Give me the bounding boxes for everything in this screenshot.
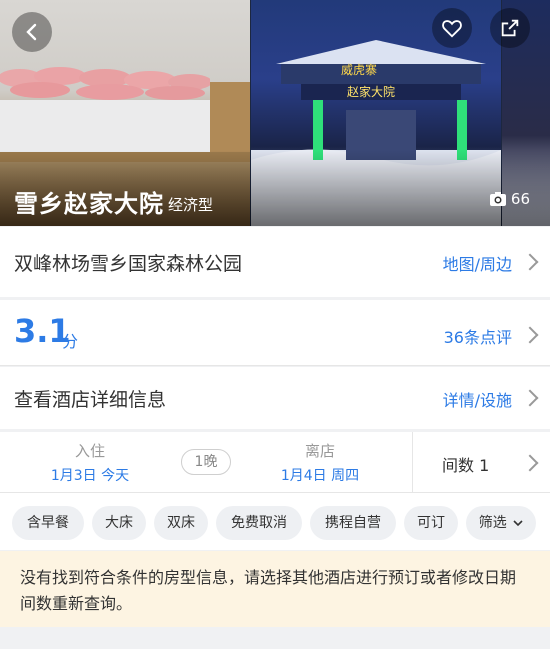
heart-icon	[442, 20, 462, 38]
chevron-down-icon	[513, 520, 523, 527]
back-button[interactable]	[12, 12, 52, 52]
details-row[interactable]: 查看酒店详细信息 详情/设施	[0, 367, 550, 429]
share-button[interactable]	[490, 8, 530, 48]
hotel-detail-page: 威虎寨 赵家大院 雪乡赵家大院 经济型 66 双峰林场雪乡国家森林公园 地图/周…	[0, 0, 550, 649]
filter-twin-bed[interactable]: 双床	[154, 506, 208, 540]
map-link[interactable]: 地图/周边	[443, 251, 512, 275]
filter-more-label: 筛选	[478, 515, 507, 531]
divider	[0, 492, 550, 493]
filter-more-button[interactable]: 筛选	[466, 506, 536, 540]
location-row[interactable]: 双峰林场雪乡国家森林公园 地图/周边	[0, 227, 550, 297]
chevron-right-icon	[521, 326, 539, 344]
reviews-link[interactable]: 36条点评	[444, 324, 512, 348]
rating-row[interactable]: 3.1 分 36条点评	[0, 300, 550, 366]
notice-text: 没有找到符合条件的房型信息，请选择其他酒店进行预订或者修改日期间数重新查询。	[20, 568, 517, 613]
gate-sign-top: 威虎寨	[341, 62, 377, 77]
chevron-right-icon	[521, 389, 539, 407]
pillows-image	[0, 67, 210, 100]
hotel-name: 雪乡赵家大院	[14, 190, 164, 218]
photo-count-value: 66	[510, 190, 530, 208]
chevron-left-icon	[26, 23, 37, 41]
room-filter-bar: 含早餐 大床 双床 免费取消 携程自营 可订 筛选	[0, 492, 550, 550]
rating-unit: 分	[62, 332, 79, 351]
checkout-label: 离店	[304, 442, 335, 460]
room-count-selector[interactable]: 间数 1	[442, 452, 489, 476]
details-label: 查看酒店详细信息	[14, 389, 167, 411]
hotel-tier: 经济型	[168, 196, 214, 214]
camera-icon	[489, 192, 506, 206]
filter-breakfast[interactable]: 含早餐	[12, 506, 84, 540]
nights-badge: 1晚	[181, 449, 231, 475]
checkin-label: 入住	[74, 442, 105, 460]
hotel-photo-gallery[interactable]: 威虎寨 赵家大院 雪乡赵家大院 经济型 66	[0, 0, 550, 226]
share-icon	[501, 19, 519, 37]
filter-bookable[interactable]: 可订	[404, 506, 458, 540]
divider	[0, 365, 550, 366]
filter-king-bed[interactable]: 大床	[92, 506, 146, 540]
favorite-button[interactable]	[432, 8, 472, 48]
address-text: 双峰林场雪乡国家森林公园	[14, 253, 243, 275]
facilities-link[interactable]: 详情/设施	[443, 387, 512, 411]
divider	[412, 432, 413, 492]
no-rooms-notice: 没有找到符合条件的房型信息，请选择其他酒店进行预订或者修改日期间数重新查询。	[0, 551, 550, 627]
gate-sign-main: 赵家大院	[347, 84, 395, 99]
checkin-date: 1月3日 今天	[50, 468, 130, 484]
filter-ctrip-operated[interactable]: 携程自营	[310, 506, 396, 540]
chevron-right-icon	[521, 454, 539, 472]
chevron-right-icon	[521, 253, 539, 271]
filter-free-cancel[interactable]: 免费取消	[216, 506, 302, 540]
photo-count[interactable]: 66	[489, 190, 530, 208]
checkout-date: 1月4日 周四	[280, 468, 360, 484]
booking-dates-row[interactable]: 入住 1月3日 今天 1晚 离店 1月4日 周四 间数 1	[0, 432, 550, 492]
checkin-selector[interactable]: 入住 1月3日 今天	[30, 440, 150, 485]
checkout-selector[interactable]: 离店 1月4日 周四	[260, 440, 380, 485]
